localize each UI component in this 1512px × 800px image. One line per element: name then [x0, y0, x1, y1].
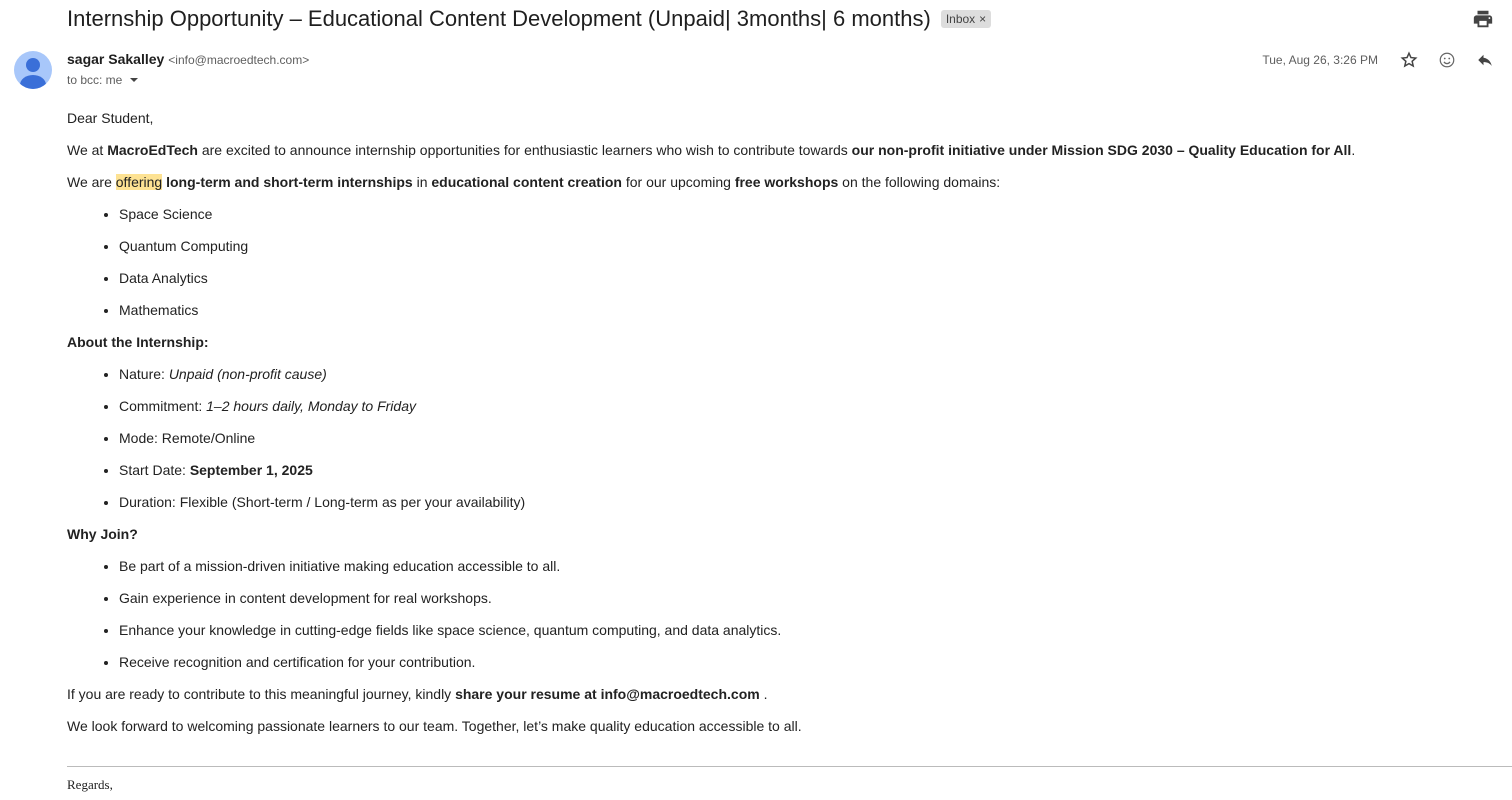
about-list: Nature: Unpaid (non-profit cause) Commit…: [67, 365, 1472, 511]
domains-list: Space Science Quantum Computing Data Ana…: [67, 205, 1472, 319]
chevron-down-icon[interactable]: [130, 78, 139, 82]
avatar-icon[interactable]: [14, 51, 52, 89]
about-heading: About the Internship:: [67, 334, 209, 350]
cta-paragraph: If you are ready to contribute to this m…: [67, 686, 768, 702]
email-subject-row: Internship Opportunity – Educational Con…: [67, 4, 1512, 34]
regards-text: Regards,: [67, 777, 113, 792]
list-item: Mode: Remote/Online: [119, 429, 1472, 447]
list-item: Space Science: [119, 205, 1472, 223]
list-item: Be part of a mission-driven initiative m…: [119, 557, 1472, 575]
star-icon[interactable]: [1390, 48, 1428, 72]
list-item: Mathematics: [119, 301, 1472, 319]
list-item: Nature: Unpaid (non-profit cause): [119, 365, 1472, 383]
list-item: Enhance your knowledge in cutting-edge f…: [119, 621, 1472, 639]
list-item: Start Date: September 1, 2025: [119, 461, 1472, 479]
inbox-label-chip[interactable]: Inbox ×: [940, 10, 992, 28]
list-item: Duration: Flexible (Short-term / Long-te…: [119, 493, 1472, 511]
why-list: Be part of a mission-driven initiative m…: [67, 557, 1472, 671]
list-item: Quantum Computing: [119, 237, 1472, 255]
email-body: Dear Student, We at MacroEdTech are exci…: [67, 109, 1472, 749]
list-item: Gain experience in content development f…: [119, 589, 1472, 607]
print-icon[interactable]: [1472, 8, 1496, 32]
highlighted-word: offering: [115, 174, 163, 190]
sender-email: <info@macroedtech.com>: [168, 53, 310, 67]
list-item: Commitment: 1–2 hours daily, Monday to F…: [119, 397, 1472, 415]
why-heading: Why Join?: [67, 526, 138, 542]
sender-block: sagar Sakalley <info@macroedtech.com> to…: [67, 51, 309, 87]
message-date: Tue, Aug 26, 3:26 PM: [1262, 53, 1378, 67]
greeting: Dear Student,: [67, 110, 154, 126]
email-subject: Internship Opportunity – Educational Con…: [67, 6, 931, 31]
list-item: Receive recognition and certification fo…: [119, 653, 1472, 671]
signature-divider: [67, 766, 1512, 767]
intro-paragraph: We at MacroEdTech are excited to announc…: [67, 142, 1356, 158]
label-chip-text: Inbox: [945, 12, 976, 26]
message-meta: Tue, Aug 26, 3:26 PM: [1262, 48, 1504, 72]
list-item: Data Analytics: [119, 269, 1472, 287]
closing-paragraph: We look forward to welcoming passionate …: [67, 718, 802, 734]
emoji-icon[interactable]: [1428, 48, 1466, 72]
sender-name[interactable]: sagar Sakalley: [67, 51, 164, 67]
offer-paragraph: We are offering long-term and short-term…: [67, 174, 1001, 190]
reply-icon[interactable]: [1466, 48, 1504, 72]
recipient-text: to bcc: me: [67, 73, 123, 87]
remove-label-button[interactable]: ×: [979, 12, 986, 26]
